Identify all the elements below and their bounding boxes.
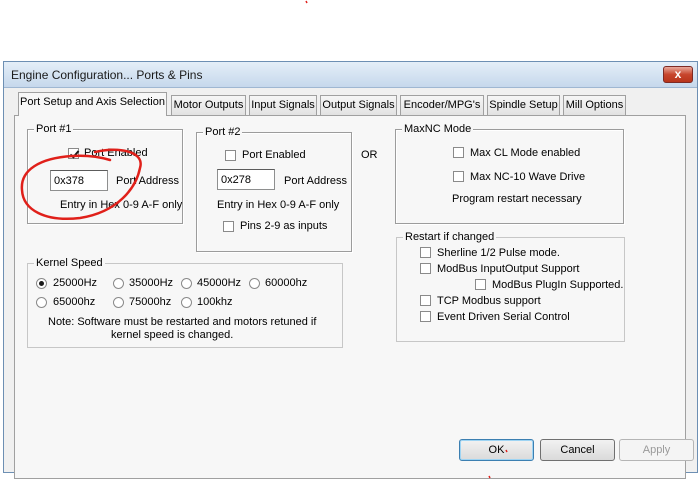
port-setup-panel: Port #1 Port Enabled Port Address Entry …: [14, 115, 686, 479]
kernel-radio-35000[interactable]: [113, 278, 124, 289]
kernel-label-35000: 35000Hz: [129, 277, 174, 289]
event-serial-checkbox[interactable]: [420, 311, 431, 322]
port2-pins-checkbox[interactable]: [223, 221, 234, 232]
max-cl-checkbox[interactable]: [453, 147, 464, 158]
port2-hint: Entry in Hex 0-9 A-F only: [217, 199, 340, 211]
title-bar[interactable]: Engine Configuration... Ports & Pins x: [4, 62, 697, 88]
port2-enabled-label: Port Enabled: [242, 149, 306, 161]
port1-enabled-checkbox[interactable]: [68, 148, 79, 159]
kernel-title: Kernel Speed: [34, 257, 105, 269]
window-title: Engine Configuration... Ports & Pins: [11, 68, 203, 82]
kernel-radio-75000[interactable]: [113, 297, 124, 308]
port2-group: Port #2 Port Enabled Port Address Entry …: [196, 126, 352, 252]
port1-enabled-label: Port Enabled: [84, 147, 148, 159]
kernel-label-100k: 100khz: [197, 296, 233, 308]
sherline-checkbox[interactable]: [420, 247, 431, 258]
kernel-label-60000: 60000hz: [265, 277, 308, 289]
apply-label: Apply: [642, 444, 671, 456]
kernel-radio-25000[interactable]: [36, 278, 47, 289]
max-nc10-checkbox[interactable]: [453, 171, 464, 182]
tab-output-signals[interactable]: Output Signals: [320, 95, 397, 115]
tcp-modbus-checkbox[interactable]: [420, 295, 431, 306]
tab-label: Motor Outputs: [173, 99, 244, 111]
kernel-radio-100k[interactable]: [181, 297, 192, 308]
port2-address-input[interactable]: [217, 169, 275, 190]
event-serial-label: Event Driven Serial Control: [437, 311, 570, 323]
tab-spindle-setup[interactable]: Spindle Setup: [487, 95, 560, 115]
kernel-radio-65000[interactable]: [36, 297, 47, 308]
port2-pins-label: Pins 2-9 as inputs: [240, 220, 328, 232]
port1-address-label: Port Address: [116, 175, 179, 187]
tcp-modbus-label: TCP Modbus support: [437, 295, 541, 307]
tab-label: Spindle Setup: [489, 99, 558, 111]
port1-address-input[interactable]: [50, 170, 108, 191]
restart-group: Restart if changed Sherline 1/2 Pulse mo…: [396, 231, 625, 342]
modbus-plugin-label: ModBus PlugIn Supported.: [492, 279, 624, 291]
tab-encoder-mpg[interactable]: Encoder/MPG's: [400, 95, 484, 115]
tab-label: Encoder/MPG's: [403, 99, 481, 111]
kernel-note-line2: kernel speed is changed.: [111, 329, 234, 341]
tab-label: Output Signals: [322, 99, 395, 111]
restart-title: Restart if changed: [403, 231, 497, 243]
maxnc-note: Program restart necessary: [452, 193, 582, 205]
maxnc-group: MaxNC Mode Max CL Mode enabled Max NC-10…: [395, 123, 624, 224]
port1-hint: Entry in Hex 0-9 A-F only: [60, 199, 183, 211]
port1-title: Port #1: [34, 123, 74, 135]
tab-motor-outputs[interactable]: Motor Outputs: [171, 95, 246, 115]
ok-button[interactable]: OK: [459, 439, 534, 461]
tab-label: Mill Options: [565, 99, 624, 111]
modbus-plugin-checkbox[interactable]: [475, 279, 486, 290]
kernel-radio-45000[interactable]: [181, 278, 192, 289]
port1-group: Port #1 Port Enabled Port Address Entry …: [27, 123, 183, 224]
close-icon: x: [674, 67, 682, 81]
tab-input-signals[interactable]: Input Signals: [249, 95, 317, 115]
modbus-io-checkbox[interactable]: [420, 263, 431, 274]
port2-address-label: Port Address: [284, 175, 347, 187]
tab-label: Port Setup and Axis Selection: [20, 96, 165, 108]
port2-enabled-checkbox[interactable]: [225, 150, 236, 161]
tab-label: Input Signals: [251, 99, 315, 111]
apply-button[interactable]: Apply: [619, 439, 694, 461]
kernel-speed-group: Kernel Speed 25000Hz 35000Hz 45000Hz 600…: [27, 257, 343, 348]
max-nc10-label: Max NC-10 Wave Drive: [470, 171, 586, 183]
kernel-label-45000: 45000Hz: [197, 277, 242, 289]
tab-port-setup[interactable]: Port Setup and Axis Selection: [18, 92, 167, 116]
kernel-label-65000: 65000hz: [53, 296, 96, 308]
maxnc-title: MaxNC Mode: [402, 123, 474, 135]
or-label: OR: [361, 149, 378, 161]
cancel-button[interactable]: Cancel: [540, 439, 615, 461]
ok-label: OK: [488, 444, 505, 456]
red-dot-top: [305, 0, 308, 4]
kernel-label-25000: 25000Hz: [53, 277, 98, 289]
modbus-io-label: ModBus InputOutput Support: [437, 263, 580, 275]
tab-mill-options[interactable]: Mill Options: [563, 95, 626, 115]
kernel-label-75000: 75000hz: [129, 296, 172, 308]
kernel-radio-60000[interactable]: [249, 278, 260, 289]
engine-configuration-dialog: Engine Configuration... Ports & Pins x P…: [3, 61, 698, 479]
max-cl-label: Max CL Mode enabled: [470, 147, 581, 159]
kernel-note-line1: Note: Software must be restarted and mot…: [48, 316, 317, 328]
sherline-label: Sherline 1/2 Pulse mode.: [437, 247, 560, 259]
cancel-label: Cancel: [560, 444, 595, 456]
close-button[interactable]: x: [663, 66, 693, 83]
port2-title: Port #2: [203, 126, 243, 138]
